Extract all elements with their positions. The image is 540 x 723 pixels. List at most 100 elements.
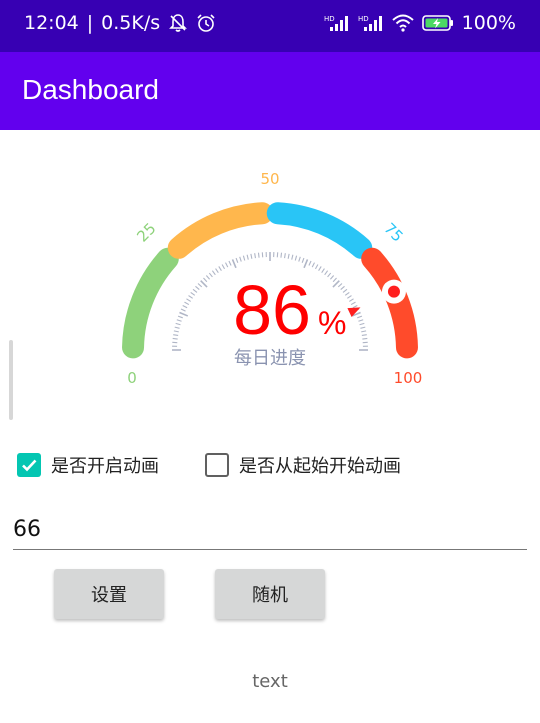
- checkbox-unchecked-icon[interactable]: [205, 453, 229, 477]
- page-title: Dashboard: [22, 74, 159, 105]
- alarm-icon: [197, 14, 215, 32]
- gauge-tick: [294, 255, 298, 261]
- gauge-tick: [298, 256, 301, 262]
- gauge-tick-label-100: 100: [394, 369, 423, 387]
- network-speed: 0.5K/s: [101, 12, 161, 34]
- gauge-tick: [190, 291, 196, 296]
- svg-text:HD: HD: [324, 15, 335, 23]
- gauge-tick: [350, 301, 356, 306]
- gauge-tick: [173, 330, 179, 333]
- app-bar: Dashboard: [0, 52, 540, 130]
- gauge-tick: [362, 337, 368, 340]
- progress-value-input[interactable]: [13, 510, 527, 550]
- gauge-arc-orange: [167, 202, 274, 259]
- gauge-tick: [221, 264, 226, 270]
- gauge-tick-label-0: 0: [127, 369, 137, 387]
- status-bar: 12:04 | 0.5K/s HD HD 100%: [0, 0, 540, 52]
- wifi-icon: [392, 14, 414, 32]
- gauge-tick: [284, 253, 286, 259]
- hd-signal-icon: HD: [324, 15, 348, 31]
- gauge-tick: [176, 319, 182, 322]
- gauge-tick-label-25: 25: [133, 219, 159, 245]
- gauge-tick: [327, 272, 332, 278]
- gauge-label: 每日进度: [234, 348, 306, 369]
- gauge-tick-label-50: 50: [260, 170, 279, 188]
- gauge-tick: [211, 270, 216, 276]
- hd-signal-icon: HD: [358, 15, 382, 31]
- gauge-tick: [175, 322, 181, 326]
- enable-animation-label: 是否开启动画: [51, 456, 159, 477]
- gauge-tick: [291, 254, 294, 260]
- gauge-tick: [205, 275, 211, 280]
- gauge-tick: [301, 257, 305, 263]
- gauge-tick: [329, 275, 335, 280]
- gauge-arc-red: [361, 247, 418, 359]
- gauge-tick: [349, 298, 354, 302]
- gauge-tick: [239, 256, 242, 262]
- gauge-tick: [344, 291, 350, 296]
- battery-charging-icon: [421, 15, 453, 31]
- gauge-tick: [228, 260, 232, 266]
- gauge-tick: [215, 268, 219, 273]
- checkbox-checked-icon[interactable]: [17, 453, 41, 477]
- gauge-tick: [192, 288, 198, 293]
- gauge-tick: [360, 326, 366, 329]
- gauge-tick: [257, 252, 260, 258]
- gauge-tick: [218, 266, 222, 271]
- gauge-tick: [235, 257, 239, 263]
- footer-text: text: [252, 671, 288, 692]
- daily-progress-gauge: 0 25 50 75 100 86 % 每日进度: [0, 150, 540, 410]
- gauge-progress-marker-dot: [387, 285, 400, 298]
- gauge-tick: [303, 259, 309, 269]
- svg-text:HD: HD: [358, 15, 369, 23]
- gauge-tick: [203, 277, 208, 283]
- gauge-tick: [359, 322, 365, 326]
- random-button[interactable]: 随机: [215, 569, 325, 619]
- gauge-tick: [314, 264, 319, 270]
- gauge-tick: [324, 270, 329, 276]
- gauge-tick: [242, 255, 246, 261]
- gauge-tick: [361, 334, 367, 336]
- status-right: HD HD 100%: [324, 12, 516, 34]
- status-left: 12:04 | 0.5K/s: [24, 12, 216, 34]
- gauge-tick: [195, 285, 200, 291]
- gauge-tick: [342, 288, 348, 293]
- gauge-tick: [250, 253, 253, 259]
- gauge-tick: [318, 266, 322, 271]
- set-button[interactable]: 设置: [54, 569, 164, 619]
- gauge-tick: [337, 283, 343, 288]
- gauge-tick: [254, 253, 256, 259]
- gauge-tick: [180, 308, 186, 312]
- gauge-svg: 0 25 50 75 100 86 % 每日进度: [122, 170, 423, 387]
- clock: 12:04: [24, 12, 79, 34]
- gauge-tick: [347, 295, 352, 299]
- gauge-tick: [231, 259, 237, 269]
- gauge-tick: [174, 326, 180, 329]
- gauge-tick: [361, 330, 367, 333]
- animate-from-start-checkbox[interactable]: 是否从起始开始动画: [205, 452, 401, 478]
- battery-level: 100%: [461, 12, 516, 34]
- gauge-tick: [308, 260, 312, 266]
- gauge-arc-blue: [266, 202, 373, 259]
- gauge-tick: [172, 337, 178, 340]
- gauge-tick: [188, 295, 193, 299]
- bell-off-icon: [169, 14, 188, 32]
- gauge-tick: [352, 305, 358, 309]
- gauge-percent-sign: %: [318, 305, 346, 341]
- gauge-tick: [186, 298, 191, 302]
- checkbox-row: 是否开启动画 是否从起始开始动画: [0, 450, 540, 482]
- gauge-tick: [246, 254, 249, 260]
- gauge-arc-green: [122, 247, 179, 359]
- gauge-tick: [184, 301, 190, 306]
- gauge-tick: [208, 272, 213, 278]
- gauge-tick: [179, 311, 189, 317]
- gauge-tick: [358, 319, 364, 322]
- gauge-tick: [182, 305, 188, 309]
- gauge-value: 86: [233, 271, 311, 349]
- gauge-tick: [177, 315, 183, 319]
- gauge-tick: [311, 262, 315, 268]
- gauge-tick: [357, 315, 363, 319]
- enable-animation-checkbox[interactable]: 是否开启动画: [17, 452, 159, 478]
- gauge-tick: [280, 252, 283, 258]
- gauge-tick-label-75: 75: [380, 219, 406, 245]
